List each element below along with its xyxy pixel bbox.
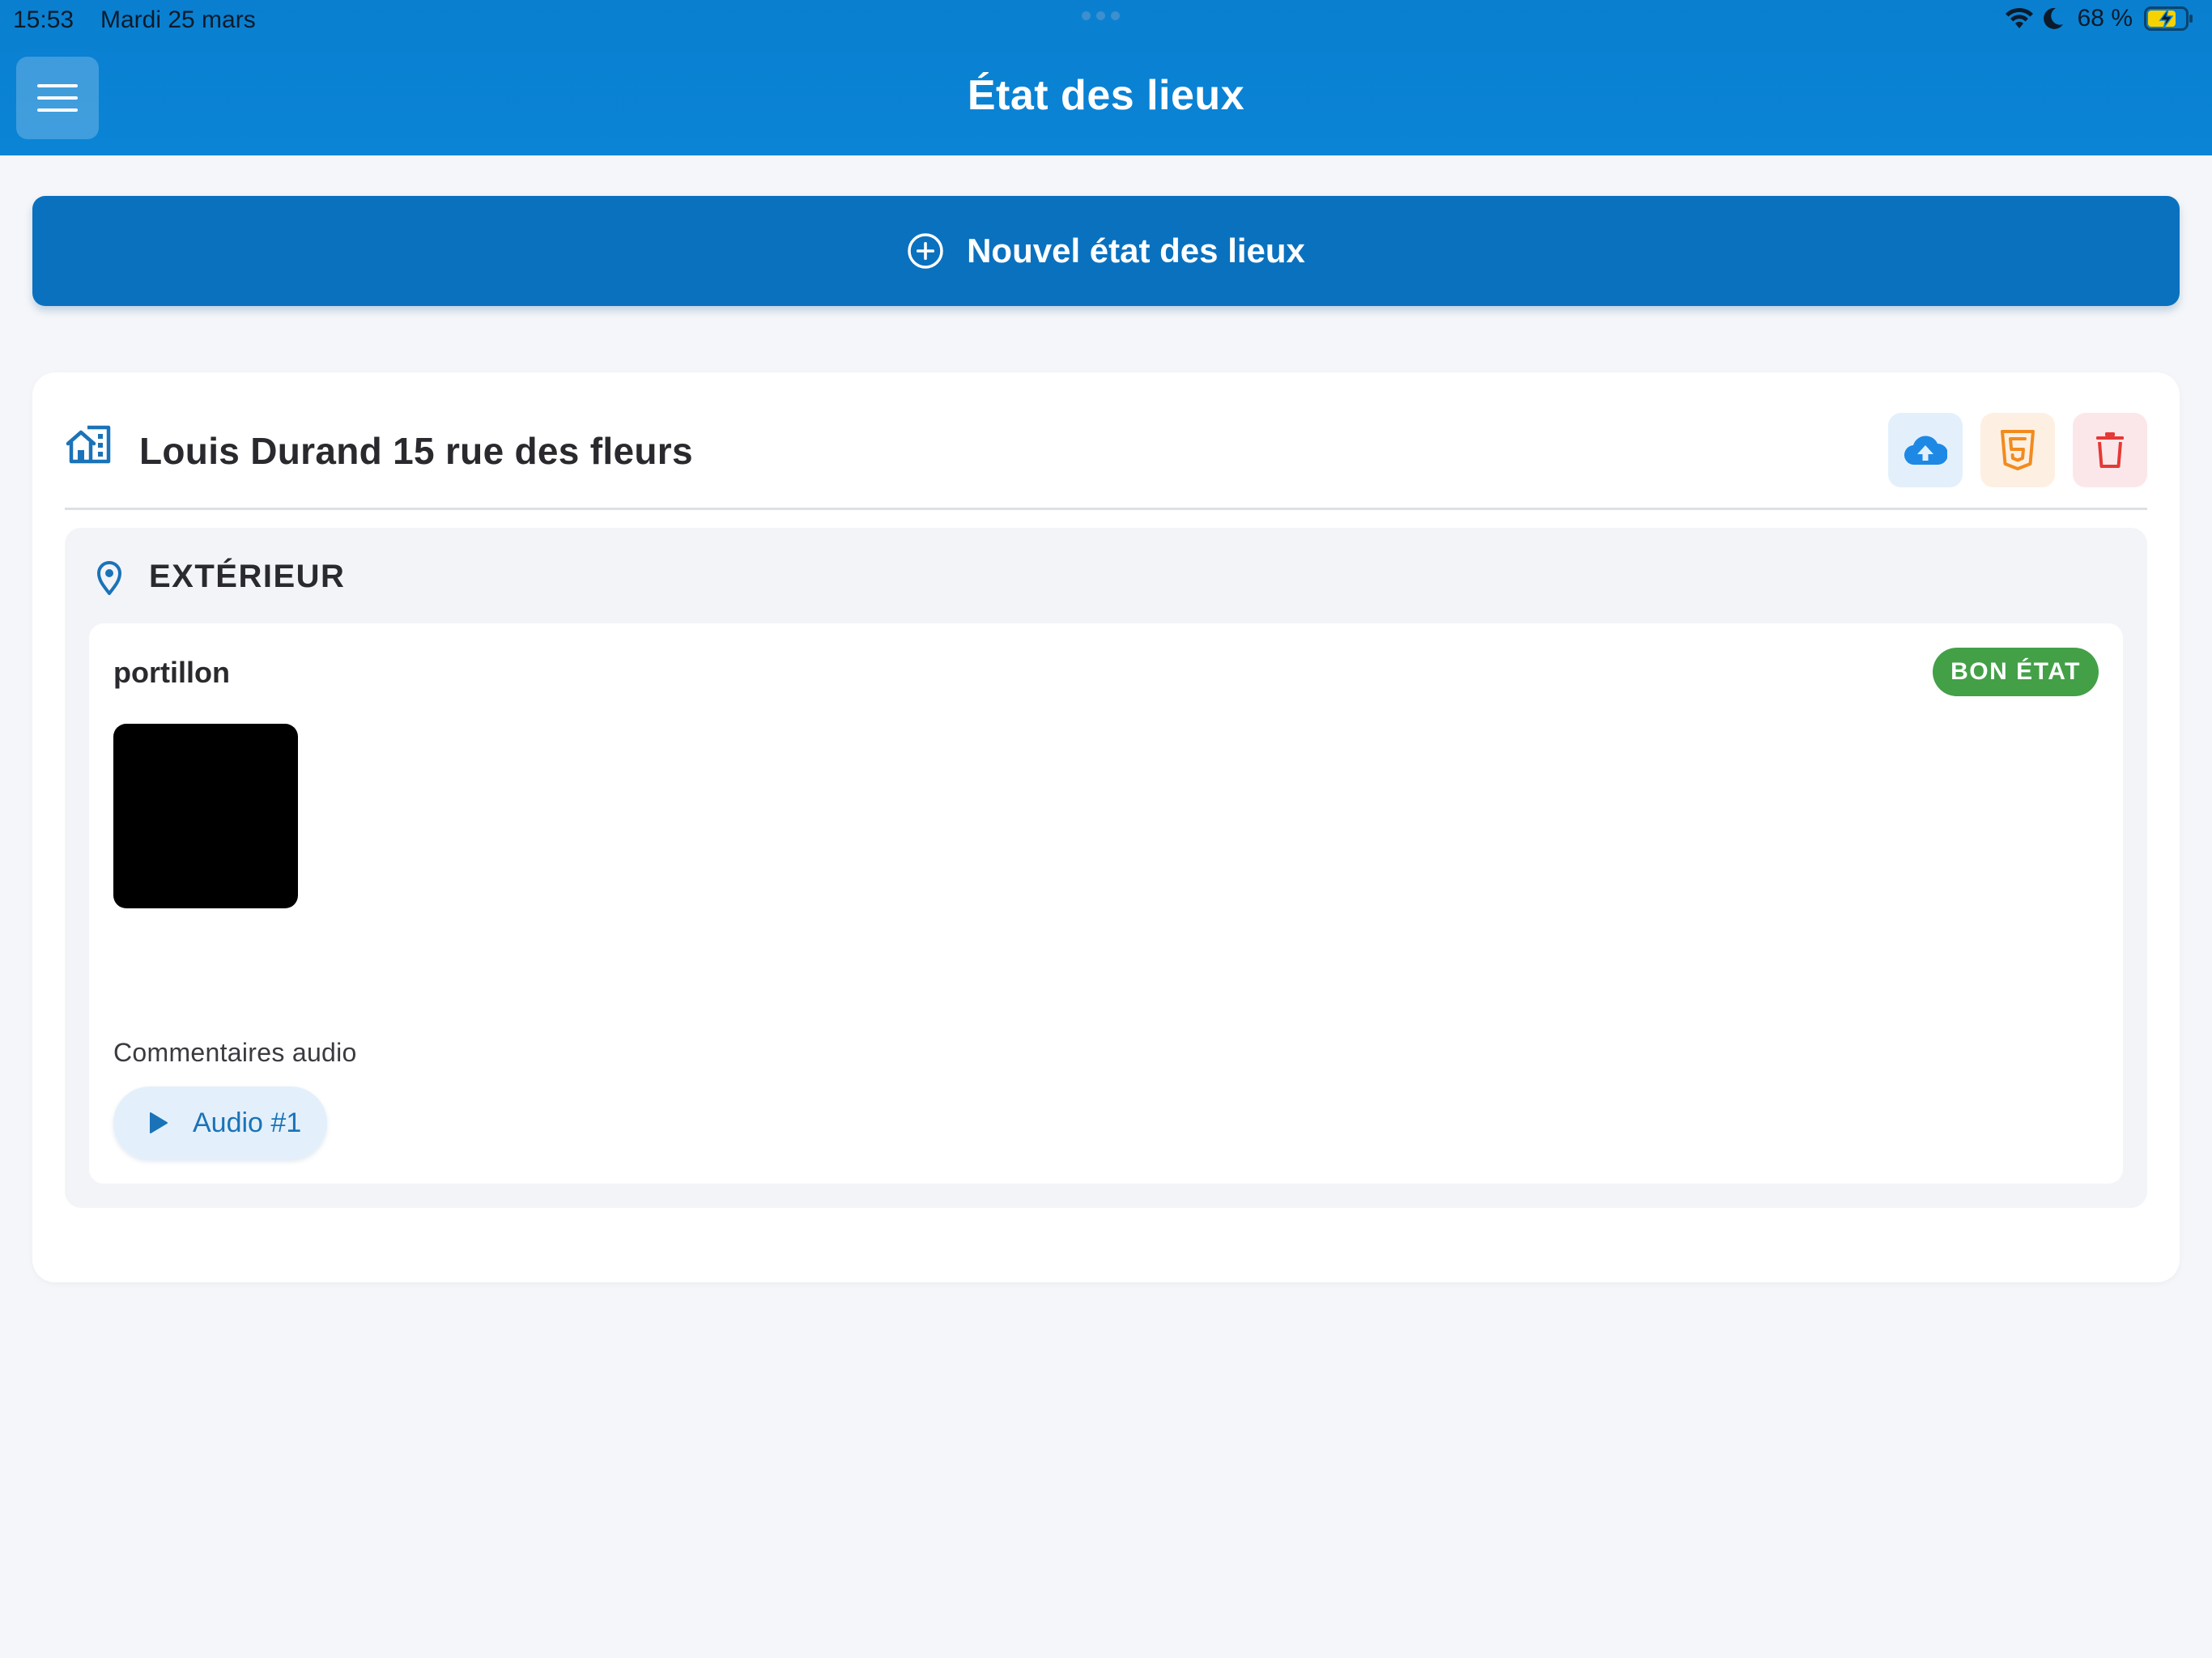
inspection-card: Louis Durand 15 rue des fleurs EXTÉRIEUR… — [32, 372, 2180, 1282]
audio-section-label: Commentaires audio — [113, 1038, 357, 1067]
audio-play-button[interactable]: Audio #1 — [113, 1086, 328, 1159]
status-time: 15:53 — [13, 6, 74, 33]
trash-icon — [2096, 432, 2124, 468]
status-date: Mardi 25 mars — [100, 6, 256, 33]
photo-thumbnail[interactable] — [113, 724, 298, 908]
app-screen: 15:53 Mardi 25 mars 68 % État des lieux … — [0, 0, 2212, 1658]
app-bar: 15:53 Mardi 25 mars 68 % État des lieux — [0, 0, 2212, 155]
battery-percentage: 68 % — [2077, 5, 2133, 32]
plus-circle-icon — [908, 233, 943, 269]
condition-badge: BON ÉTAT — [1933, 648, 2099, 696]
room-section: EXTÉRIEUR portillon BON ÉTAT Commentaire… — [65, 528, 2147, 1208]
battery-charging-icon — [2144, 6, 2193, 31]
room-title: EXTÉRIEUR — [149, 559, 346, 594]
delete-button[interactable] — [2073, 413, 2147, 487]
audio-label: Audio #1 — [193, 1107, 302, 1138]
inspection-header: Louis Durand 15 rue des fleurs — [65, 413, 2147, 510]
page-title: État des lieux — [967, 72, 1245, 119]
inspection-actions — [1888, 413, 2147, 487]
item-name: portillon — [113, 656, 230, 689]
play-icon — [150, 1112, 168, 1133]
upload-button[interactable] — [1888, 413, 1963, 487]
cloud-upload-icon — [1904, 436, 1947, 466]
room-item: portillon BON ÉTAT Commentaires audio Au… — [89, 623, 2123, 1184]
new-inspection-button[interactable]: Nouvel état des lieux — [32, 196, 2180, 306]
inspection-title: Louis Durand 15 rue des fleurs — [139, 430, 693, 472]
wifi-icon — [2005, 7, 2033, 28]
multitasking-dots-icon[interactable] — [1082, 11, 1120, 20]
status-indicators: 68 % — [2005, 5, 2194, 32]
building-icon — [66, 425, 111, 464]
html5-icon — [2001, 430, 2035, 470]
moon-icon — [2043, 7, 2063, 29]
new-inspection-label: Nouvel état des lieux — [967, 232, 1305, 270]
location-pin-icon — [97, 561, 121, 595]
status-bar: 15:53 Mardi 25 mars 68 % — [0, 0, 2212, 40]
export-html-button[interactable] — [1980, 413, 2055, 487]
